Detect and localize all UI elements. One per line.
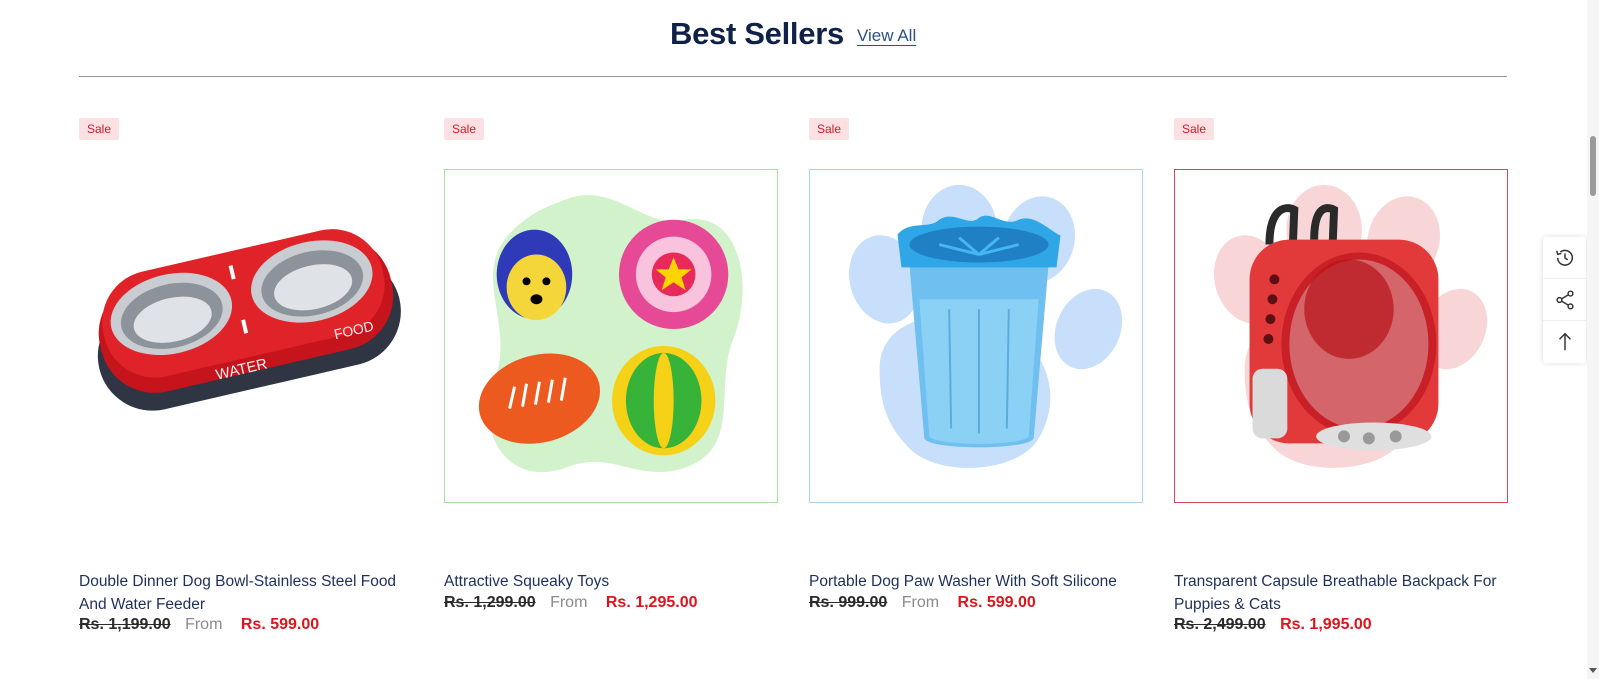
product-image[interactable]: WATER FOOD	[79, 169, 413, 503]
sale-price: Rs. 1,995.00	[1280, 616, 1372, 633]
price-row: Rs. 999.00 From Rs. 599.00	[809, 594, 1036, 612]
from-label: From	[550, 594, 588, 611]
section-header: Best Sellers View All	[0, 0, 1599, 80]
scroll-thumb[interactable]	[1590, 136, 1596, 196]
scrollbar[interactable]	[1587, 0, 1599, 679]
divider	[79, 76, 1507, 77]
price-row: Rs. 1,199.00 From Rs. 599.00	[79, 616, 319, 634]
old-price: Rs. 999.00	[809, 594, 888, 611]
product-card[interactable]: Sale Attractive Squeaky Toys Rs. 1,299.0…	[444, 118, 778, 658]
share-icon[interactable]	[1543, 279, 1586, 321]
sale-badge: Sale	[79, 118, 120, 140]
old-price: Rs. 1,299.00	[444, 594, 536, 611]
product-name[interactable]: Attractive Squeaky Toys	[444, 570, 778, 593]
sale-badge: Sale	[809, 118, 850, 140]
product-image[interactable]	[1174, 169, 1508, 503]
floating-toolbar	[1543, 237, 1586, 363]
view-all-link[interactable]: View All	[857, 26, 916, 46]
product-image[interactable]	[809, 169, 1143, 503]
old-price: Rs. 2,499.00	[1174, 616, 1266, 633]
sale-badge: Sale	[1174, 118, 1215, 140]
price-row: Rs. 1,299.00 From Rs. 1,295.00	[444, 594, 697, 612]
product-card[interactable]: Sale WATER FOOD Double Dinner Dog Bowl-S…	[79, 118, 413, 658]
section-title: Best Sellers	[670, 16, 844, 51]
sale-price: Rs. 599.00	[957, 594, 1036, 611]
history-icon[interactable]	[1543, 237, 1586, 279]
from-label: From	[185, 616, 223, 633]
product-image[interactable]	[444, 169, 778, 503]
sale-price: Rs. 599.00	[240, 616, 320, 633]
product-name[interactable]: Transparent Capsule Breathable Backpack …	[1174, 570, 1508, 616]
product-name[interactable]: Double Dinner Dog Bowl-Stainless Steel F…	[79, 570, 413, 616]
sale-price: Rs. 1,295.00	[605, 594, 698, 611]
scroll-down-arrow-icon[interactable]	[1589, 668, 1597, 673]
product-card[interactable]: Sale Portable Dog Paw Washer With Soft S…	[809, 118, 1143, 658]
product-card[interactable]: Sale Transparent Capsule Breathable Back…	[1174, 118, 1508, 658]
old-price: Rs. 1,199.00	[79, 616, 171, 633]
price-row: Rs. 2,499.00 Rs. 1,995.00	[1174, 616, 1372, 634]
arrow-up-icon[interactable]	[1543, 321, 1586, 363]
sale-badge: Sale	[444, 118, 485, 140]
from-label: From	[901, 594, 940, 611]
product-name[interactable]: Portable Dog Paw Washer With Soft Silico…	[809, 570, 1143, 593]
